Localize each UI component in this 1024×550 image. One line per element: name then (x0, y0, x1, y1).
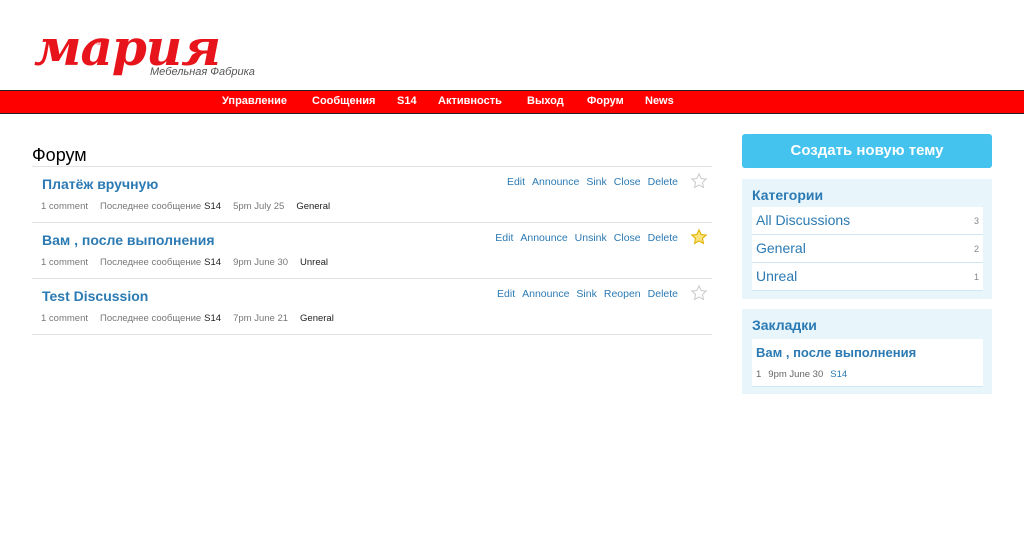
category-label[interactable]: Unreal (756, 268, 797, 284)
registered-mark: ® (96, 38, 102, 47)
page-title: Форум (32, 145, 87, 165)
discussion-list: Платёж вручную Edit Announce Sink Close Dele… (32, 166, 712, 335)
nav-item-manage[interactable]: Управление (222, 95, 287, 107)
delete-link[interactable]: Delete (648, 288, 678, 300)
header: мария ® Мебельная Фабрика (0, 0, 1024, 90)
category-label[interactable]: General (756, 240, 806, 256)
bookmark-star-icon[interactable] (690, 284, 708, 302)
last-comment-label: Последнее сообщение (100, 201, 202, 212)
category-count: 2 (973, 244, 979, 254)
discussion-item: Вам , после выполнения Edit Announce Unsin… (32, 222, 712, 278)
discussion-category[interactable]: General (296, 201, 330, 212)
last-comment-user[interactable]: S14 (204, 313, 221, 324)
nav-item-messages[interactable]: Сообщения (312, 95, 375, 107)
discussion-options: Edit Announce Sink Reopen Delete (490, 288, 678, 300)
discussion-meta: 1 comment Последнее сообщение S14 7pm June … (41, 313, 346, 324)
categories-title: Категории (752, 187, 824, 203)
discussion-title[interactable]: Вам , после выполнения (42, 232, 215, 248)
last-comment: Последнее сообщение S14 (100, 313, 221, 324)
logo[interactable]: мария ® Мебельная Фабрика (34, 18, 264, 86)
bookmark-star-icon[interactable] (690, 228, 708, 246)
bookmark-time: 9pm June 30 (768, 369, 824, 380)
close-link[interactable]: Close (614, 176, 641, 188)
discussion-item: Платёж вручную Edit Announce Sink Close Dele… (32, 166, 712, 222)
main-nav: Управление Сообщения S14 Активность Выхо… (0, 90, 1024, 114)
discussion-options: Edit Announce Unsink Close Delete (488, 232, 678, 244)
last-comment-user[interactable]: S14 (204, 257, 221, 268)
bookmark-meta: 1 9pm June 30 S14 (756, 369, 854, 380)
discussion-category[interactable]: General (300, 313, 334, 324)
bookmark-star-icon[interactable] (690, 172, 708, 190)
reopen-link[interactable]: Reopen (604, 288, 641, 300)
last-comment-user[interactable]: S14 (204, 201, 221, 212)
announce-link[interactable]: Announce (522, 288, 569, 300)
nav-item-logout[interactable]: Выход (527, 95, 564, 107)
comment-count: 1 comment (41, 257, 88, 268)
delete-link[interactable]: Delete (648, 232, 678, 244)
bookmarks-title: Закладки (752, 317, 817, 333)
category-item-unreal[interactable]: Unreal 1 (752, 263, 983, 291)
category-list: All Discussions 3 General 2 Unreal 1 (752, 207, 983, 291)
close-link[interactable]: Close (614, 232, 641, 244)
category-item-all[interactable]: All Discussions 3 (752, 207, 983, 235)
last-comment-label: Последнее сообщение (100, 257, 202, 268)
sink-link[interactable]: Sink (586, 176, 606, 188)
discussion-item: Test Discussion Edit Announce Sink Reopen De… (32, 278, 712, 335)
categories-box: Категории All Discussions 3 General 2 Un… (742, 179, 992, 299)
category-count: 1 (973, 272, 979, 282)
bookmark-title[interactable]: Вам , после выполнения (756, 345, 916, 360)
nav-item-forum[interactable]: Форум (587, 95, 624, 107)
last-comment-label: Последнее сообщение (100, 313, 202, 324)
logo-tagline: Мебельная Фабрика (150, 66, 255, 78)
edit-link[interactable]: Edit (495, 232, 513, 244)
last-comment-time: 9pm June 30 (233, 257, 289, 268)
bookmarks-box: Закладки Вам , после выполнения 1 9pm Jun… (742, 309, 992, 394)
unsink-link[interactable]: Unsink (575, 232, 607, 244)
bookmark-item: Вам , после выполнения 1 9pm June 30 S14 (752, 339, 983, 387)
last-comment-time: 5pm July 25 (233, 201, 285, 212)
bookmark-comment-count: 1 (756, 369, 762, 380)
new-discussion-button[interactable]: Создать новую тему (742, 134, 992, 168)
last-comment: Последнее сообщение S14 (100, 257, 221, 268)
nav-item-activity[interactable]: Активность (438, 95, 502, 107)
edit-link[interactable]: Edit (507, 176, 525, 188)
announce-link[interactable]: Announce (532, 176, 579, 188)
discussion-options: Edit Announce Sink Close Delete (500, 176, 678, 188)
last-comment-time: 7pm June 21 (233, 313, 289, 324)
nav-item-profile[interactable]: S14 (397, 95, 417, 107)
comment-count: 1 comment (41, 313, 88, 324)
announce-link[interactable]: Announce (520, 232, 567, 244)
discussion-meta: 1 comment Последнее сообщение S14 5pm July … (41, 201, 342, 212)
comment-count: 1 comment (41, 201, 88, 212)
category-count: 3 (973, 216, 979, 226)
category-item-general[interactable]: General 2 (752, 235, 983, 263)
bookmark-user[interactable]: S14 (830, 369, 847, 380)
edit-link[interactable]: Edit (497, 288, 515, 300)
discussion-category[interactable]: Unreal (300, 257, 328, 268)
nav-item-news[interactable]: News (645, 95, 674, 107)
discussion-title[interactable]: Платёж вручную (42, 176, 158, 192)
delete-link[interactable]: Delete (648, 176, 678, 188)
discussion-title[interactable]: Test Discussion (42, 288, 148, 304)
category-label[interactable]: All Discussions (756, 212, 850, 228)
last-comment: Последнее сообщение S14 (100, 201, 221, 212)
discussion-meta: 1 comment Последнее сообщение S14 9pm June … (41, 257, 340, 268)
sink-link[interactable]: Sink (576, 288, 596, 300)
